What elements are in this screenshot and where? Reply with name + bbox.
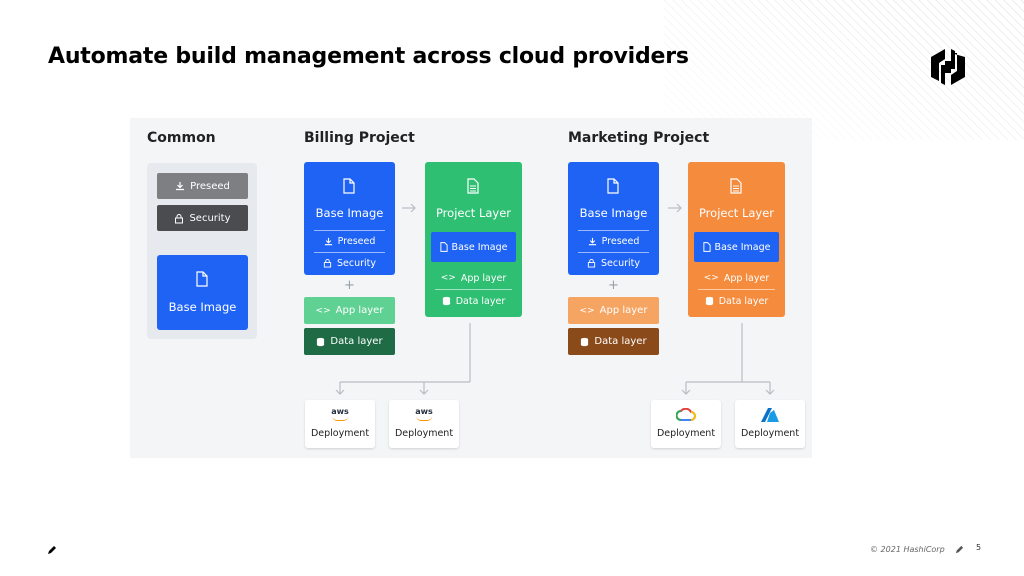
marketing-title: Marketing Project: [568, 130, 710, 146]
common-preseed: Preseed: [157, 173, 248, 199]
marketing-security-label: Security: [600, 257, 640, 269]
marketing-deployment-2-label: Deployment: [740, 428, 800, 439]
divider: [314, 230, 385, 231]
document-icon: [439, 242, 448, 252]
billing-inner-base-image-label: Base Image: [451, 241, 508, 253]
database-icon: [317, 337, 325, 346]
divider: [698, 289, 775, 290]
billing-base-image-label: Base Image: [315, 206, 384, 220]
marketing-deployment-azure: Deployment: [735, 400, 805, 448]
marketing-deployment-1-label: Deployment: [656, 428, 716, 439]
marketing-project-layer-label: Project Layer: [698, 206, 775, 220]
copyright: © 2021 HashiCorp: [870, 545, 945, 554]
marketing-inner-app-label: App layer: [723, 272, 770, 284]
billing-deployment-1-label: Deployment: [310, 428, 370, 439]
code-icon: <>: [440, 273, 456, 283]
marketing-app-layer-label: App layer: [599, 305, 648, 316]
database-icon: [581, 337, 589, 346]
document-lines-icon: [730, 178, 742, 194]
billing-inner-app-row: <> App layer: [435, 271, 512, 285]
divider: [578, 230, 649, 231]
lock-icon: [323, 258, 332, 268]
marketing-data-layer-label: Data layer: [594, 336, 647, 347]
google-cloud-icon: [676, 408, 696, 422]
billing-inner-base-image: Base Image: [431, 232, 516, 262]
lock-icon: [587, 258, 596, 268]
download-icon: [324, 237, 332, 245]
code-icon: <>: [579, 305, 595, 316]
lock-icon: [175, 213, 184, 223]
billing-inner-app-label: App layer: [460, 272, 507, 284]
marketing-data-layer: Data layer: [568, 328, 659, 355]
marketing-deployment-gcp: Deployment: [651, 400, 721, 448]
common-base-image: Base Image: [157, 255, 248, 330]
common-security: Security: [157, 205, 248, 231]
billing-deployment-aws-2: aws Deployment: [389, 400, 459, 448]
azure-icon: [761, 408, 779, 422]
billing-project-layer-label: Project Layer: [435, 206, 512, 220]
billing-data-layer-label: Data layer: [330, 336, 383, 347]
billing-preseed-row: Preseed: [314, 234, 385, 248]
billing-inner-data-row: Data layer: [435, 294, 512, 308]
document-icon: [702, 242, 711, 252]
marketing-app-layer: <> App layer: [568, 297, 659, 324]
marketing-inner-base-image: Base Image: [694, 232, 779, 262]
download-icon: [588, 237, 596, 245]
pen-icon: [47, 545, 57, 555]
marketing-inner-base-image-label: Base Image: [714, 241, 771, 253]
billing-base-image: Base Image Preseed Security: [304, 162, 395, 275]
aws-icon: aws: [415, 408, 433, 421]
billing-plus: +: [344, 278, 355, 293]
billing-security-label: Security: [336, 257, 376, 269]
document-icon: [196, 271, 208, 287]
slide-title: Automate build management across cloud p…: [48, 44, 689, 69]
pen-icon: [955, 545, 964, 554]
billing-deployment-aws-1: aws Deployment: [305, 400, 375, 448]
document-icon: [343, 178, 355, 194]
marketing-base-image: Base Image Preseed Security: [568, 162, 659, 275]
billing-project-layer: Project Layer Base Image <> App layer Da…: [425, 162, 522, 317]
common-security-label: Security: [189, 212, 231, 224]
common-title: Common: [147, 130, 216, 146]
billing-app-layer-label: App layer: [335, 305, 384, 316]
aws-logo-text: aws: [331, 407, 349, 416]
billing-deployment-2-label: Deployment: [394, 428, 454, 439]
hashicorp-logo: [928, 47, 968, 87]
marketing-inner-app-row: <> App layer: [698, 271, 775, 285]
divider: [578, 252, 649, 253]
billing-inner-data-label: Data layer: [455, 295, 506, 307]
marketing-preseed-label: Preseed: [601, 235, 640, 247]
marketing-inner-data-row: Data layer: [698, 294, 775, 308]
billing-preseed-label: Preseed: [337, 235, 376, 247]
aws-logo-text: aws: [415, 407, 433, 416]
billing-app-layer: <> App layer: [304, 297, 395, 324]
aws-icon: aws: [331, 408, 349, 421]
marketing-inner-data-label: Data layer: [718, 295, 769, 307]
database-icon: [442, 296, 450, 306]
billing-title: Billing Project: [304, 130, 415, 146]
code-icon: <>: [703, 273, 719, 283]
page-number: 5: [976, 543, 982, 552]
code-icon: <>: [315, 305, 331, 316]
divider: [314, 252, 385, 253]
common-base-image-label: Base Image: [168, 300, 237, 314]
marketing-base-image-label: Base Image: [579, 206, 648, 220]
billing-security-row: Security: [314, 256, 385, 270]
marketing-project-layer: Project Layer Base Image <> App layer Da…: [688, 162, 785, 317]
download-icon: [176, 182, 185, 191]
build-pipeline-diagram: Common Preseed Security Base Image Billi…: [130, 118, 812, 458]
document-lines-icon: [467, 178, 479, 194]
divider: [435, 289, 512, 290]
billing-data-layer: Data layer: [304, 328, 395, 355]
marketing-security-row: Security: [578, 256, 649, 270]
marketing-preseed-row: Preseed: [578, 234, 649, 248]
common-preseed-label: Preseed: [190, 180, 230, 192]
database-icon: [705, 296, 713, 306]
marketing-plus: +: [608, 278, 619, 293]
document-icon: [607, 178, 619, 194]
